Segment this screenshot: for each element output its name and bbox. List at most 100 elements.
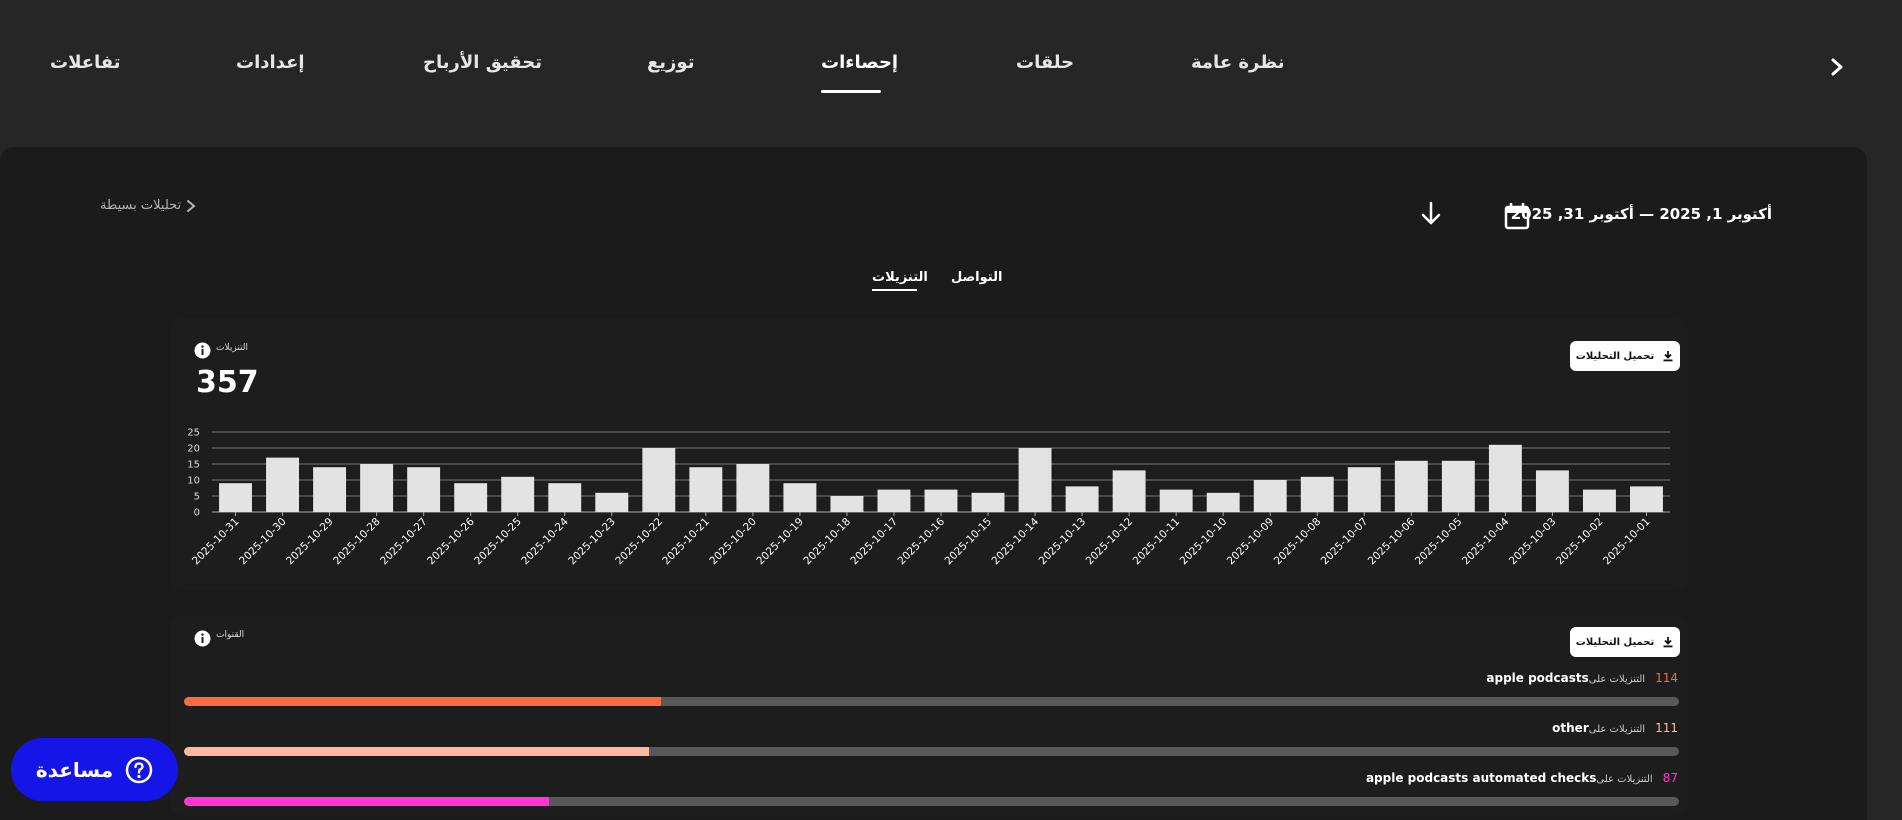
chart-bar[interactable] xyxy=(1018,448,1052,512)
channel-progress-fill xyxy=(184,747,649,756)
channel-source-count: 114 xyxy=(1655,671,1678,685)
tab-monetization[interactable]: تحقيق الأرباح xyxy=(423,52,542,73)
x-tick-label: 2025-10-15 xyxy=(943,516,995,568)
chart-bar[interactable] xyxy=(266,457,300,512)
chart-bar[interactable] xyxy=(736,464,770,512)
calendar-icon[interactable] xyxy=(1504,202,1530,230)
y-tick-label: 15 xyxy=(187,460,200,471)
date-range[interactable]: أكتوبر 1, 2025 — أكتوبر 31, 2025 xyxy=(1511,205,1772,223)
channel-progress-fill xyxy=(184,797,549,806)
chevron-right-icon xyxy=(187,199,196,212)
subtab-downloads[interactable]: التنزيلات xyxy=(872,270,928,285)
x-tick-label: 2025-10-03 xyxy=(1507,516,1559,568)
chevron-right-icon[interactable] xyxy=(1826,52,1850,82)
chart-bar[interactable] xyxy=(595,492,629,512)
chart-bar[interactable] xyxy=(1535,470,1569,512)
x-tick-label: 2025-10-20 xyxy=(707,516,759,568)
chart-bar[interactable] xyxy=(971,492,1005,512)
chart-bar[interactable] xyxy=(783,483,817,512)
y-tick-label: 25 xyxy=(187,428,200,439)
channels-label: القنوات xyxy=(216,630,245,640)
x-tick-label: 2025-10-04 xyxy=(1460,515,1512,567)
x-tick-label: 2025-10-08 xyxy=(1272,516,1324,568)
x-tick-label: 2025-10-29 xyxy=(284,516,336,568)
channel-source-count: 111 xyxy=(1655,721,1678,735)
chart-bar[interactable] xyxy=(1253,480,1287,512)
chart-bar[interactable] xyxy=(1347,467,1381,512)
chart-bar[interactable] xyxy=(830,496,864,512)
tab-interactions[interactable]: تفاعلات xyxy=(50,52,121,73)
y-tick-label: 5 xyxy=(194,492,200,503)
chart-bar[interactable] xyxy=(1394,460,1428,512)
chart-bar[interactable] xyxy=(1582,489,1616,512)
chart-bar[interactable] xyxy=(501,476,535,512)
x-tick-label: 2025-10-16 xyxy=(895,515,947,567)
help-button[interactable]: مساعدة xyxy=(11,738,178,801)
simple-analytics-link[interactable]: تحليلات بسيطة xyxy=(100,198,197,213)
subtab-engagement[interactable]: التواصل xyxy=(951,270,1002,285)
x-tick-label: 2025-10-07 xyxy=(1319,516,1371,568)
chart-bar[interactable] xyxy=(454,483,488,512)
x-tick-label: 2025-10-02 xyxy=(1554,516,1606,568)
x-tick-label: 2025-10-06 xyxy=(1366,515,1418,567)
x-tick-label: 2025-10-23 xyxy=(566,516,618,568)
x-tick-label: 2025-10-18 xyxy=(801,516,853,568)
x-tick-label: 2025-10-12 xyxy=(1084,516,1136,568)
chart-bar[interactable] xyxy=(1065,486,1099,512)
chart-bar[interactable] xyxy=(1206,492,1240,512)
info-icon[interactable] xyxy=(194,630,211,647)
chart-bar[interactable] xyxy=(877,489,911,512)
chart-bar[interactable] xyxy=(1630,486,1663,512)
chart-bar[interactable] xyxy=(924,489,958,512)
channels-card xyxy=(170,615,1688,815)
y-tick-label: 20 xyxy=(187,444,200,455)
channel-source-prefix: التنزيلات على xyxy=(1588,724,1646,735)
x-tick-label: 2025-10-22 xyxy=(613,516,665,568)
download-analytics-label: تحميل التحليلات xyxy=(1575,350,1655,362)
chart-bar[interactable] xyxy=(1300,476,1334,512)
channel-source-label: 111 التنزيلات علىother xyxy=(1552,721,1678,735)
x-tick-label: 2025-10-14 xyxy=(990,515,1042,567)
arrow-down-icon[interactable] xyxy=(1418,200,1444,228)
channel-source-name: apple podcasts xyxy=(1486,671,1589,685)
x-tick-label: 2025-10-30 xyxy=(237,516,289,568)
chart-bar[interactable] xyxy=(219,483,252,512)
x-tick-label: 2025-10-24 xyxy=(519,515,571,567)
x-tick-label: 2025-10-05 xyxy=(1413,516,1465,568)
download-channels-button[interactable]: تحميل التحليلات xyxy=(1570,627,1680,657)
chart-bar[interactable] xyxy=(548,483,582,512)
channel-source-name: apple podcasts automated checks xyxy=(1365,771,1597,785)
downloads-bar-chart: 0510152025 2025-10-312025-10-302025-10-2… xyxy=(187,428,1670,568)
tab-distribution[interactable]: توزيع xyxy=(647,52,694,73)
download-analytics-button[interactable]: تحميل التحليلات xyxy=(1570,341,1680,371)
chart-bar[interactable] xyxy=(1488,444,1522,512)
top-navigation: نظرة عامة حلقات إحصاءات توزيع تحقيق الأر… xyxy=(0,0,1902,148)
x-tick-label: 2025-10-19 xyxy=(754,516,806,568)
tab-analytics[interactable]: إحصاءات xyxy=(821,52,898,73)
help-label: مساعدة xyxy=(35,757,114,782)
question-circle-icon xyxy=(125,756,153,783)
chart-bar[interactable] xyxy=(1112,470,1146,512)
tab-settings[interactable]: إعدادات xyxy=(236,52,305,73)
chart-bar[interactable] xyxy=(360,464,394,512)
x-tick-label: 2025-10-27 xyxy=(378,516,430,568)
y-tick-label: 10 xyxy=(187,476,200,487)
info-icon[interactable] xyxy=(194,342,211,359)
x-tick-label: 2025-10-26 xyxy=(425,515,477,567)
x-tick-label: 2025-10-11 xyxy=(1131,516,1183,568)
channel-progress-track xyxy=(184,797,1679,806)
tab-episodes[interactable]: حلقات xyxy=(1016,52,1074,73)
simple-analytics-label: تحليلات بسيطة xyxy=(100,198,182,213)
chart-bar[interactable] xyxy=(1159,489,1193,512)
channel-source-count: 87 xyxy=(1662,771,1678,785)
y-tick-label: 0 xyxy=(194,508,200,519)
chart-bar[interactable] xyxy=(313,467,347,512)
chart-bar[interactable] xyxy=(642,448,676,512)
chart-bar[interactable] xyxy=(689,467,723,512)
chart-bar[interactable] xyxy=(1441,460,1475,512)
x-tick-label: 2025-10-17 xyxy=(848,516,900,568)
tab-overview[interactable]: نظرة عامة xyxy=(1191,52,1285,73)
channel-source-label: 87 التنزيلات علىapple podcasts automated … xyxy=(1366,771,1678,785)
chart-bar[interactable] xyxy=(407,467,441,512)
active-tab-indicator xyxy=(821,90,881,93)
